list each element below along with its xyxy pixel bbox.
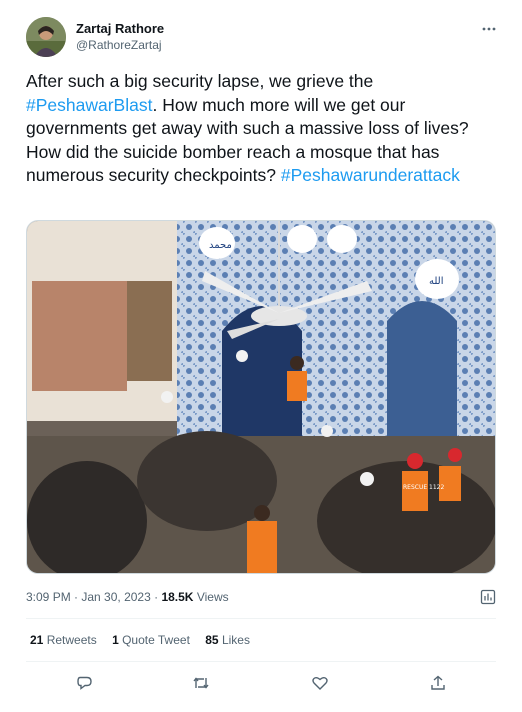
tweet-text-part-1: After such a big security lapse, we grie… [26, 71, 374, 91]
retweet-icon [193, 677, 209, 689]
svg-text:محمد: محمد [209, 240, 232, 251]
hashtag-peshawar-blast[interactable]: #PeshawarBlast [26, 95, 152, 115]
divider [26, 661, 496, 662]
tweet-stats: 21 Retweets 1 Quote Tweet 85 Likes [30, 633, 262, 647]
tweet-media-photo[interactable]: محمد الله RESCUE 1122 [26, 220, 496, 574]
tweet-text: After such a big security lapse, we grie… [26, 70, 496, 188]
author-handle[interactable]: @RathoreZartaj [76, 38, 162, 52]
quotes-stat[interactable]: 1 Quote Tweet [112, 633, 190, 647]
mosque-scene-illustration: محمد الله RESCUE 1122 [27, 221, 495, 573]
likes-label: Likes [218, 633, 250, 647]
retweets-count: 21 [30, 633, 44, 647]
retweets-label: Retweets [43, 633, 97, 647]
more-icon[interactable] [480, 20, 498, 38]
divider [26, 618, 496, 619]
analytics-icon[interactable] [480, 589, 496, 605]
quotes-label: Quote Tweet [118, 633, 190, 647]
tweet-time[interactable]: 3:09 PM [26, 590, 71, 604]
share-button[interactable] [429, 674, 449, 694]
meta-separator: · [150, 590, 162, 604]
tweet-date[interactable]: Jan 30, 2023 [81, 590, 150, 604]
views-count: 18.5K [161, 590, 194, 604]
like-button[interactable] [311, 674, 331, 694]
reply-icon [77, 676, 92, 690]
retweet-button[interactable] [192, 674, 212, 694]
avatar[interactable] [26, 17, 66, 57]
quotes-count: 1 [112, 633, 119, 647]
likes-count: 85 [205, 633, 219, 647]
likes-stat[interactable]: 85 Likes [205, 633, 250, 647]
share-icon [431, 675, 445, 690]
rescue-vest-label: RESCUE 1122 [403, 484, 445, 491]
retweets-stat[interactable]: 21 Retweets [30, 633, 97, 647]
hashtag-peshawar-under-attack[interactable]: #Peshawarunderattack [281, 165, 460, 185]
reply-button[interactable] [76, 674, 96, 694]
like-icon [312, 677, 328, 690]
views-label: Views [193, 590, 229, 604]
meta-separator: · [70, 590, 82, 604]
author-name[interactable]: Zartaj Rathore [76, 21, 164, 36]
tweet-card: Zartaj Rathore @RathoreZartaj After such… [0, 0, 522, 712]
svg-text:الله: الله [429, 276, 444, 287]
tweet-meta: 3:09 PM · Jan 30, 2023 · 18.5K Views [26, 590, 229, 604]
